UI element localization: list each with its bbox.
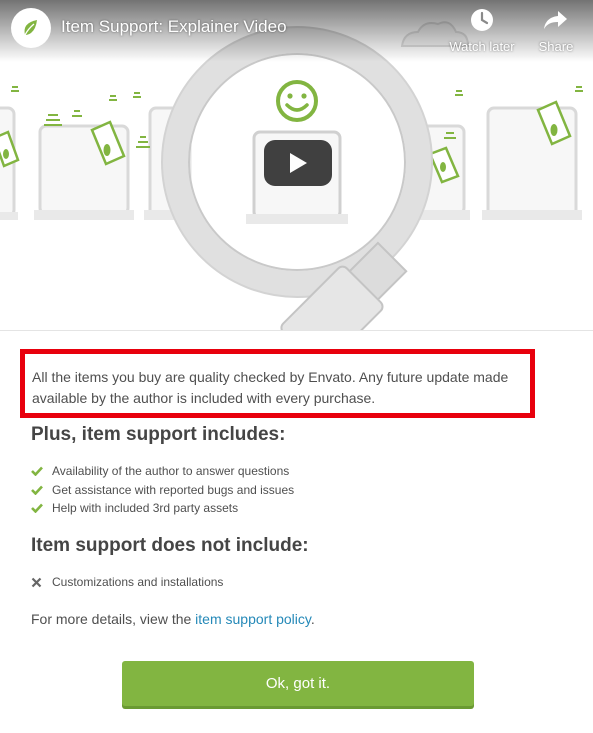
cross-icon (31, 577, 42, 588)
quality-notice: All the items you buy are quality checke… (20, 349, 535, 418)
watch-later-label: Watch later (449, 39, 515, 54)
quality-notice-text: All the items you buy are quality checke… (32, 369, 509, 406)
item-support-policy-link[interactable]: item support policy (195, 611, 311, 627)
details-suffix: . (310, 611, 315, 627)
checkmark-icon (31, 466, 43, 477)
video-player[interactable]: Item Support: Explainer Video Watch late… (0, 0, 593, 331)
clock-icon (471, 9, 493, 31)
list-item-label: Help with included 3rd party assets (52, 501, 239, 516)
list-item-label: Availability of the author to answer que… (52, 464, 290, 479)
list-item-label: Get assistance with reported bugs and is… (52, 482, 295, 497)
list-item: Availability of the author to answer que… (31, 462, 294, 481)
excludes-heading: Item support does not include: (31, 535, 309, 556)
includes-list: Availability of the author to answer que… (31, 462, 294, 518)
list-item: Help with included 3rd party assets (31, 499, 294, 518)
excludes-list: Customizations and installations (31, 573, 223, 592)
checkmark-icon (31, 485, 43, 495)
includes-heading: Plus, item support includes: (31, 424, 286, 445)
play-button[interactable] (264, 140, 332, 186)
list-item: Customizations and installations (31, 573, 223, 592)
checkmark-icon (31, 503, 43, 514)
list-item: Get assistance with reported bugs and is… (31, 481, 294, 500)
share-arrow-icon (544, 11, 567, 29)
details-text: For more details, view the item support … (31, 611, 315, 627)
share-label: Share (538, 39, 574, 54)
ok-got-it-button[interactable]: Ok, got it. (122, 661, 474, 706)
share-button[interactable]: Share (532, 8, 580, 54)
details-prefix: For more details, view the (31, 611, 196, 627)
envato-leaf-icon (12, 9, 50, 47)
list-item-label: Customizations and installations (52, 575, 224, 590)
channel-avatar[interactable] (11, 8, 51, 48)
watch-later-button[interactable]: Watch later (444, 8, 520, 54)
play-icon (290, 153, 307, 173)
video-title[interactable]: Item Support: Explainer Video (61, 17, 287, 37)
